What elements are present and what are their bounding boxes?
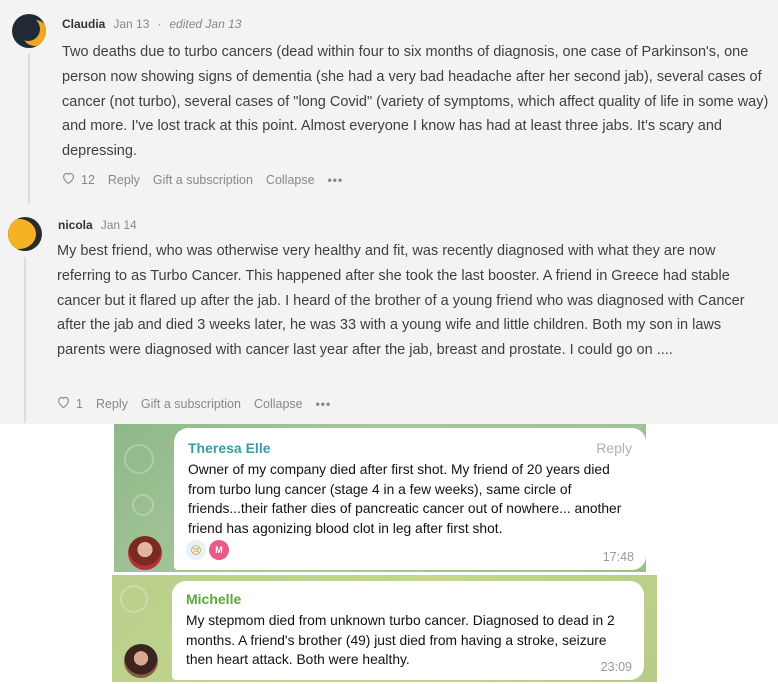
like-button[interactable]: 12 bbox=[62, 172, 95, 187]
comment-actions: 12 Reply Gift a subscription Collapse ••… bbox=[62, 172, 356, 187]
thread-line[interactable] bbox=[28, 54, 30, 204]
message-text: My stepmom died from unknown turbo cance… bbox=[186, 613, 615, 667]
crying-reaction-icon[interactable]: 😢 bbox=[186, 540, 206, 560]
telegram-chat-screenshot: Theresa Elle Reply Owner of my company d… bbox=[114, 424, 646, 572]
comment-meta: Claudia Jan 13 · edited Jan 13 bbox=[62, 17, 241, 31]
message-sender[interactable]: Michelle bbox=[186, 591, 241, 607]
more-options-icon[interactable]: ••• bbox=[316, 397, 332, 411]
avatar[interactable] bbox=[12, 14, 46, 48]
like-count: 1 bbox=[76, 396, 83, 411]
comment-date[interactable]: Jan 13 bbox=[113, 17, 149, 31]
reply-button[interactable]: Reply bbox=[108, 173, 140, 187]
heart-icon bbox=[62, 172, 75, 187]
heart-icon bbox=[57, 396, 70, 411]
message-bubble[interactable]: Michelle My stepmom died from unknown tu… bbox=[172, 581, 644, 680]
like-count: 12 bbox=[81, 172, 95, 187]
reply-button[interactable]: Reply bbox=[596, 440, 632, 456]
comment-actions: 1 Reply Gift a subscription Collapse ••• bbox=[57, 396, 344, 411]
comment-body: My best friend, who was otherwise very h… bbox=[57, 243, 745, 359]
comment-meta: nicola Jan 14 bbox=[58, 218, 137, 232]
message-sender[interactable]: Theresa Elle bbox=[188, 440, 271, 456]
comments-section: Claudia Jan 13 · edited Jan 13 Two death… bbox=[0, 0, 778, 424]
reply-button[interactable]: Reply bbox=[96, 397, 128, 411]
like-button[interactable]: 1 bbox=[57, 396, 83, 411]
sender-avatar[interactable] bbox=[128, 536, 162, 570]
message-time: 17:48 bbox=[602, 550, 634, 564]
message-time: 23:09 bbox=[600, 660, 632, 674]
background-doodle bbox=[124, 444, 154, 474]
telegram-chat-screenshot: Michelle My stepmom died from unknown tu… bbox=[112, 575, 657, 682]
message-reactions: 😢 M bbox=[186, 540, 229, 560]
comment-body: Two deaths due to turbo cancers (dead wi… bbox=[62, 44, 769, 160]
comment-nicola: nicola Jan 14 My best friend, who was ot… bbox=[0, 205, 778, 424]
meta-separator: · bbox=[157, 17, 162, 31]
sender-avatar[interactable] bbox=[124, 644, 158, 678]
more-options-icon[interactable]: ••• bbox=[328, 173, 344, 187]
collapse-button[interactable]: Collapse bbox=[266, 173, 315, 187]
edited-label: edited Jan 13 bbox=[169, 17, 242, 31]
comment-author[interactable]: Claudia bbox=[62, 17, 105, 31]
thread-line[interactable] bbox=[24, 257, 26, 423]
background-doodle bbox=[120, 585, 148, 613]
comment-claudia: Claudia Jan 13 · edited Jan 13 Two death… bbox=[0, 0, 778, 205]
reactor-avatar: M bbox=[209, 540, 229, 560]
gift-subscription-button[interactable]: Gift a subscription bbox=[153, 173, 253, 187]
message-text: Owner of my company died after first sho… bbox=[188, 462, 622, 536]
avatar[interactable] bbox=[8, 217, 42, 251]
collapse-button[interactable]: Collapse bbox=[254, 397, 303, 411]
message-bubble[interactable]: Theresa Elle Reply Owner of my company d… bbox=[174, 428, 646, 570]
background-doodle bbox=[132, 494, 154, 516]
gift-subscription-button[interactable]: Gift a subscription bbox=[141, 397, 241, 411]
comment-author[interactable]: nicola bbox=[58, 218, 93, 232]
comment-date[interactable]: Jan 14 bbox=[101, 218, 137, 232]
